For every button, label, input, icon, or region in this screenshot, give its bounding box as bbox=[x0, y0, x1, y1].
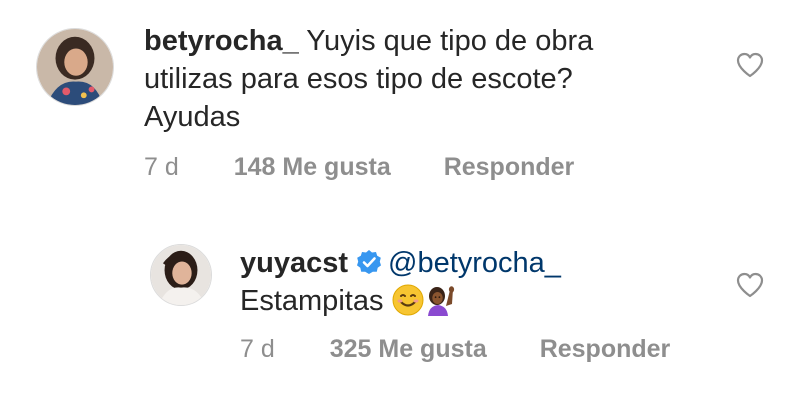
verified-badge-icon bbox=[356, 249, 382, 275]
likes-count[interactable]: 325 Me gusta bbox=[330, 334, 487, 364]
reply-body: yuyacst @betyrocha_ Estampitas bbox=[240, 244, 700, 320]
avatar[interactable] bbox=[150, 244, 212, 306]
reply-text: Estampitas bbox=[240, 285, 384, 317]
like-heart-icon[interactable] bbox=[736, 52, 764, 78]
reply-button[interactable]: Responder bbox=[444, 152, 575, 182]
avatar-image bbox=[151, 245, 211, 305]
person-raising-hand-icon bbox=[424, 284, 456, 316]
reply-actions: 7 d 325 Me gusta Responder bbox=[240, 334, 670, 364]
reply-username[interactable]: yuyacst bbox=[240, 247, 348, 279]
comment-timestamp[interactable]: 7 d bbox=[144, 152, 179, 182]
comment-username[interactable]: betyrocha_ bbox=[144, 25, 299, 57]
mention-link[interactable]: @betyrocha_ bbox=[388, 247, 561, 279]
reply-button[interactable]: Responder bbox=[540, 334, 671, 364]
reply-item: yuyacst @betyrocha_ Estampitas 7 d 325 M… bbox=[0, 220, 800, 402]
comment-item: betyrocha_ Yuyis que tipo de obra utiliz… bbox=[0, 0, 800, 200]
comment-body: betyrocha_ Yuyis que tipo de obra utiliz… bbox=[144, 22, 644, 136]
smiling-face-icon bbox=[392, 284, 424, 316]
likes-count[interactable]: 148 Me gusta bbox=[234, 152, 391, 182]
like-heart-icon[interactable] bbox=[736, 272, 764, 298]
avatar-image bbox=[37, 29, 113, 105]
avatar[interactable] bbox=[36, 28, 114, 106]
comment-actions: 7 d 148 Me gusta Responder bbox=[144, 152, 574, 182]
reply-timestamp[interactable]: 7 d bbox=[240, 334, 275, 364]
